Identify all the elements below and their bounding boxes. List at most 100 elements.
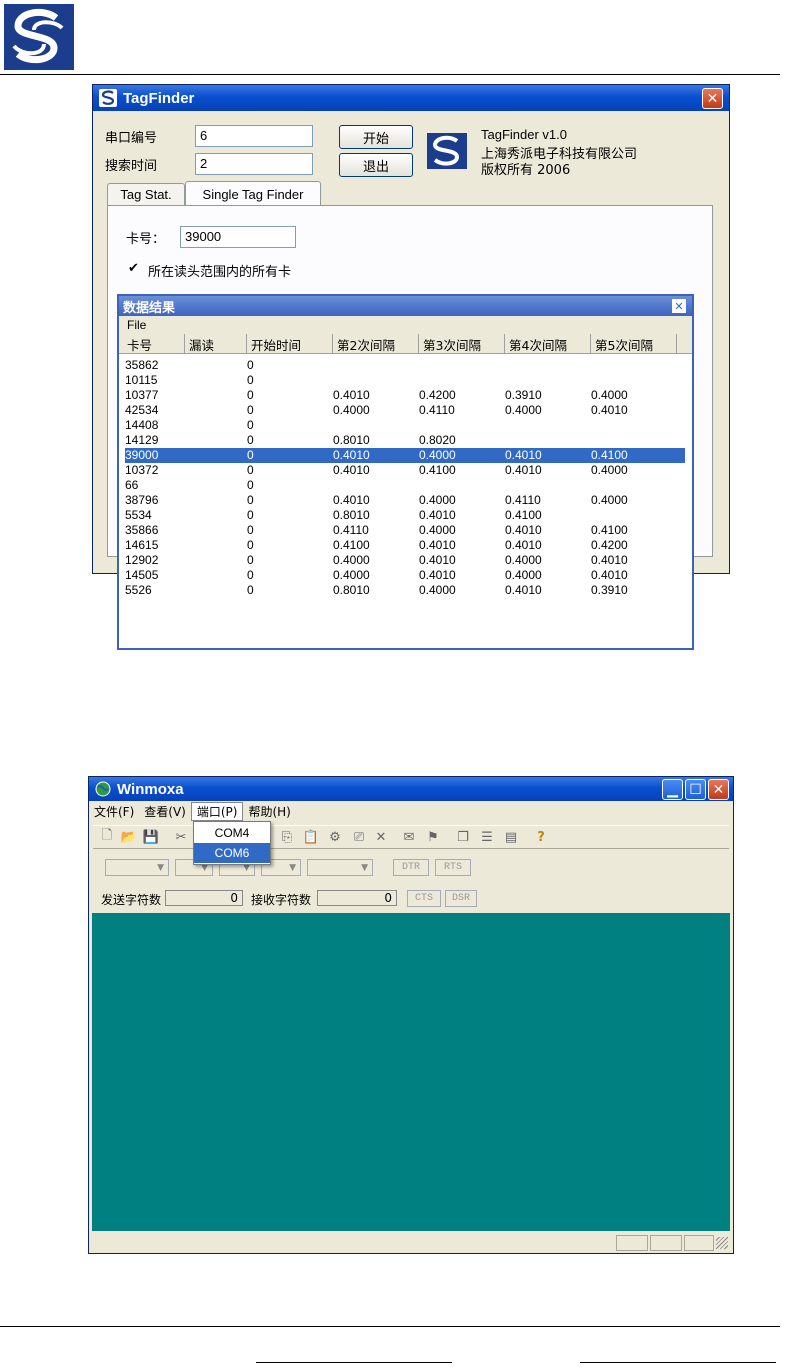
table-row[interactable]: 10115 0 [125, 373, 685, 388]
results-header-row: 卡号 漏读 开始时间 第2次间隔 第3次间隔 第4次间隔 第5次间隔 [119, 334, 692, 354]
col-header-miss[interactable]: 漏读 [185, 334, 247, 354]
table-row[interactable]: 35862 0 [125, 358, 685, 373]
col-header-int2[interactable]: 第2次间隔 [333, 334, 419, 354]
table-row[interactable]: 5534 0 0.8010 0.4010 0.4100 [125, 508, 685, 523]
table-cell: 0.4000 [419, 523, 456, 537]
dtr-button[interactable]: DTR [393, 859, 429, 876]
results-titlebar[interactable]: 数据结果 [119, 296, 692, 316]
col-header-int3[interactable]: 第3次间隔 [419, 334, 505, 354]
menu-port[interactable]: 端口(P) [190, 801, 244, 821]
resize-grip-icon[interactable] [716, 1237, 728, 1249]
copy-icon[interactable]: ⎘ [279, 829, 295, 845]
menu-help[interactable]: 帮助(H) [243, 803, 295, 820]
clear-icon[interactable]: ⎚ [351, 829, 367, 845]
window-list-icon[interactable]: ▤ [503, 829, 519, 845]
table-cell: 0 [247, 463, 254, 477]
table-cell: 42534 [125, 403, 159, 417]
table-cell: 0.4100 [591, 448, 628, 462]
exit-button[interactable]: 退出 [339, 153, 413, 177]
table-row[interactable]: 10377 0 0.4010 0.4200 0.3910 0.4000 [125, 388, 685, 403]
port-field[interactable]: 6 [195, 125, 313, 147]
table-row[interactable]: 35866 0 0.4110 0.4000 0.4010 0.4100 [125, 523, 685, 538]
table-row[interactable]: 10372 0 0.4010 0.4100 0.4010 0.4000 [125, 463, 685, 478]
cts-indicator: CTS [407, 890, 441, 907]
table-cell: 0 [247, 388, 254, 402]
paste-icon[interactable]: 📋 [303, 829, 319, 845]
window-title: TagFinder [123, 89, 195, 107]
table-cell: 0 [247, 358, 254, 372]
table-cell: 0 [247, 568, 254, 582]
table-row[interactable]: 5526 0 0.8010 0.4000 0.4010 0.3910 [125, 583, 685, 598]
window-cascade-icon[interactable]: ❐ [455, 829, 471, 845]
table-cell: 10115 [125, 373, 158, 387]
col-header-card[interactable]: 卡号 [123, 334, 185, 354]
table-row[interactable]: 38796 0 0.4010 0.4000 0.4110 0.4000 [125, 493, 685, 508]
table-row[interactable]: 14505 0 0.4000 0.4010 0.4000 0.4010 [125, 568, 685, 583]
recv-count-field: 0 [317, 890, 397, 906]
send-count-label: 发送字符数 [101, 893, 162, 907]
table-row[interactable]: 14129 0 0.8010 0.8020 [125, 433, 685, 448]
table-cell: 0.4110 [333, 523, 369, 537]
send-icon[interactable]: ✉ [401, 829, 417, 845]
terminal-area[interactable] [92, 913, 730, 1231]
menu-item-com6[interactable]: COM6 [194, 843, 270, 863]
table-cell: 0.4000 [505, 403, 542, 417]
table-cell: 12902 [125, 553, 159, 567]
cut-icon[interactable]: ✂ [173, 829, 189, 845]
menu-file[interactable]: File [127, 318, 146, 332]
table-row[interactable]: 12902 0 0.4000 0.4010 0.4000 0.4010 [125, 553, 685, 568]
table-cell: 0.4000 [419, 583, 456, 597]
port-label: 串口编号 [105, 131, 158, 146]
menu-file-cn[interactable]: 文件(F) [89, 803, 139, 820]
stopbits-combo[interactable]: ▼ [307, 859, 373, 876]
table-cell: 0.4110 [419, 403, 455, 417]
minimize-button[interactable]: ▁ [662, 779, 683, 800]
open-folder-icon[interactable]: 📂 [121, 829, 137, 845]
table-cell: 0.4000 [591, 463, 628, 477]
table-cell: 0.4000 [333, 403, 370, 417]
tab-single-tag-finder[interactable]: Single Tag Finder [185, 181, 321, 207]
close-button[interactable]: ✕ [702, 88, 723, 109]
table-cell: 0.4200 [419, 388, 456, 402]
menu-view[interactable]: 查看(V) [139, 803, 191, 820]
winmoxa-close-button[interactable]: ✕ [708, 779, 729, 800]
results-close-button[interactable]: ✕ [672, 299, 686, 313]
save-icon[interactable]: 💾 [143, 829, 159, 845]
help-icon[interactable]: ? [533, 829, 549, 845]
table-row[interactable]: 42534 0 0.4000 0.4110 0.4000 0.4010 [125, 403, 685, 418]
table-row[interactable]: 14615 0 0.4100 0.4010 0.4010 0.4200 [125, 538, 685, 553]
table-cell: 5526 [125, 583, 152, 597]
delete-icon[interactable]: ✕ [373, 829, 389, 845]
table-row[interactable]: 66 0 [125, 478, 685, 493]
maximize-button[interactable]: ☐ [685, 779, 706, 800]
menu-item-com4[interactable]: COM4 [194, 823, 270, 843]
results-list[interactable]: 35862 0 10115 0 10377 0 0.4010 0.4200 0.3910 0.40… [125, 358, 685, 608]
rts-button[interactable]: RTS [435, 859, 471, 876]
company-logo [4, 4, 74, 70]
all-cards-checkbox[interactable]: ✔ [128, 262, 141, 275]
table-cell: 0 [247, 373, 254, 387]
results-title: 数据结果 [123, 300, 176, 316]
status-pane-1 [616, 1235, 648, 1251]
window-tile-icon[interactable]: ☰ [479, 829, 495, 845]
properties-icon[interactable]: ⚑ [425, 829, 441, 845]
search-time-field[interactable]: 2 [195, 153, 313, 175]
tagfinder-titlebar[interactable]: TagFinder ✕ [93, 85, 729, 111]
table-cell: 14505 [125, 568, 159, 582]
col-header-start[interactable]: 开始时间 [247, 334, 333, 354]
table-cell: 0.4100 [591, 523, 628, 537]
results-menubar: File [119, 316, 692, 334]
settings-icon[interactable]: ⚙ [327, 829, 343, 845]
col-header-int5[interactable]: 第5次间隔 [591, 334, 677, 354]
card-field[interactable]: 39000 [180, 226, 296, 248]
globe-icon [95, 781, 111, 797]
winmoxa-titlebar[interactable]: Winmoxa ▁ ☐ ✕ [89, 777, 733, 801]
table-row[interactable]: 39000 0 0.4010 0.4000 0.4010 0.4100 [125, 448, 685, 463]
start-button[interactable]: 开始 [339, 125, 413, 149]
port-combo[interactable]: ▼ [105, 859, 169, 876]
col-header-int4[interactable]: 第4次间隔 [505, 334, 591, 354]
table-cell: 0.4000 [591, 493, 628, 507]
new-file-icon[interactable]: 🗋 [99, 828, 115, 845]
table-row[interactable]: 14408 0 [125, 418, 685, 433]
tab-tag-stat[interactable]: Tag Stat. [107, 183, 185, 205]
